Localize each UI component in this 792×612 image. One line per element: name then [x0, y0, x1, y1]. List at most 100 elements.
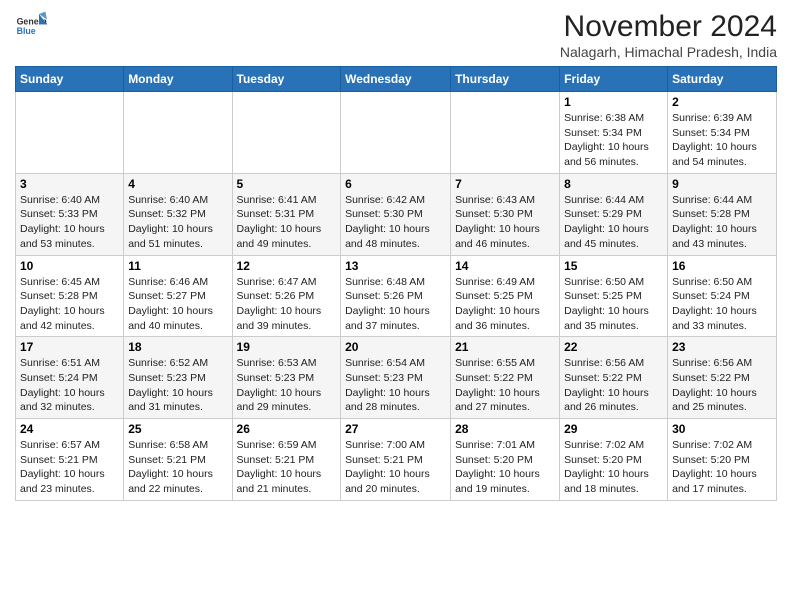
day-cell: 30 Sunrise: 7:02 AM Sunset: 5:20 PM Dayli…: [668, 419, 777, 501]
day-cell: 23 Sunrise: 6:56 AM Sunset: 5:22 PM Dayli…: [668, 337, 777, 419]
day-info: Sunrise: 6:46 AM Sunset: 5:27 PM Dayligh…: [128, 275, 227, 334]
day-info: Sunrise: 6:54 AM Sunset: 5:23 PM Dayligh…: [345, 356, 446, 415]
day-info: Sunrise: 6:44 AM Sunset: 5:29 PM Dayligh…: [564, 193, 663, 252]
day-info: Sunrise: 7:02 AM Sunset: 5:20 PM Dayligh…: [672, 438, 772, 497]
weekday-header-row: SundayMondayTuesdayWednesdayThursdayFrid…: [16, 67, 777, 92]
day-info: Sunrise: 6:52 AM Sunset: 5:23 PM Dayligh…: [128, 356, 227, 415]
day-info: Sunrise: 6:51 AM Sunset: 5:24 PM Dayligh…: [20, 356, 119, 415]
day-number: 12: [237, 259, 337, 273]
day-number: 7: [455, 177, 555, 191]
day-number: 15: [564, 259, 663, 273]
day-info: Sunrise: 6:56 AM Sunset: 5:22 PM Dayligh…: [672, 356, 772, 415]
day-info: Sunrise: 7:02 AM Sunset: 5:20 PM Dayligh…: [564, 438, 663, 497]
day-info: Sunrise: 6:47 AM Sunset: 5:26 PM Dayligh…: [237, 275, 337, 334]
day-number: 2: [672, 95, 772, 109]
day-info: Sunrise: 6:55 AM Sunset: 5:22 PM Dayligh…: [455, 356, 555, 415]
day-cell: 10 Sunrise: 6:45 AM Sunset: 5:28 PM Dayli…: [16, 255, 124, 337]
day-info: Sunrise: 6:50 AM Sunset: 5:25 PM Dayligh…: [564, 275, 663, 334]
day-number: 6: [345, 177, 446, 191]
day-cell: 21 Sunrise: 6:55 AM Sunset: 5:22 PM Dayli…: [451, 337, 560, 419]
day-cell: 26 Sunrise: 6:59 AM Sunset: 5:21 PM Dayli…: [232, 419, 341, 501]
day-cell: 15 Sunrise: 6:50 AM Sunset: 5:25 PM Dayli…: [560, 255, 668, 337]
week-row-2: 10 Sunrise: 6:45 AM Sunset: 5:28 PM Dayli…: [16, 255, 777, 337]
weekday-header-sunday: Sunday: [16, 67, 124, 92]
title-block: November 2024 Nalagarh, Himachal Pradesh…: [560, 10, 777, 60]
day-cell: 9 Sunrise: 6:44 AM Sunset: 5:28 PM Daylig…: [668, 173, 777, 255]
day-number: 30: [672, 422, 772, 436]
day-number: 23: [672, 340, 772, 354]
day-cell: 19Sunrise: 6:53 AM Sunset: 5:23 PM Dayli…: [232, 337, 341, 419]
day-number: 26: [237, 422, 337, 436]
week-row-4: 24 Sunrise: 6:57 AM Sunset: 5:21 PM Dayli…: [16, 419, 777, 501]
day-info: Sunrise: 7:00 AM Sunset: 5:21 PM Dayligh…: [345, 438, 446, 497]
day-cell: 1 Sunrise: 6:38 AM Sunset: 5:34 PM Daylig…: [560, 92, 668, 174]
day-cell: [451, 92, 560, 174]
week-row-3: 17Sunrise: 6:51 AM Sunset: 5:24 PM Dayli…: [16, 337, 777, 419]
day-cell: 2 Sunrise: 6:39 AM Sunset: 5:34 PM Daylig…: [668, 92, 777, 174]
day-info: Sunrise: 6:45 AM Sunset: 5:28 PM Dayligh…: [20, 275, 119, 334]
day-number: 20: [345, 340, 446, 354]
day-number: 24: [20, 422, 119, 436]
day-cell: 6 Sunrise: 6:42 AM Sunset: 5:30 PM Daylig…: [341, 173, 451, 255]
day-number: 14: [455, 259, 555, 273]
day-number: 11: [128, 259, 227, 273]
day-info: Sunrise: 6:44 AM Sunset: 5:28 PM Dayligh…: [672, 193, 772, 252]
day-cell: [232, 92, 341, 174]
day-info: Sunrise: 6:39 AM Sunset: 5:34 PM Dayligh…: [672, 111, 772, 170]
day-cell: [124, 92, 232, 174]
day-info: Sunrise: 6:56 AM Sunset: 5:22 PM Dayligh…: [564, 356, 663, 415]
day-info: Sunrise: 6:59 AM Sunset: 5:21 PM Dayligh…: [237, 438, 337, 497]
day-info: Sunrise: 6:42 AM Sunset: 5:30 PM Dayligh…: [345, 193, 446, 252]
week-row-1: 3Sunrise: 6:40 AM Sunset: 5:33 PM Daylig…: [16, 173, 777, 255]
day-cell: 3Sunrise: 6:40 AM Sunset: 5:33 PM Daylig…: [16, 173, 124, 255]
week-row-0: 1 Sunrise: 6:38 AM Sunset: 5:34 PM Daylig…: [16, 92, 777, 174]
weekday-header-thursday: Thursday: [451, 67, 560, 92]
day-number: 16: [672, 259, 772, 273]
day-cell: 20 Sunrise: 6:54 AM Sunset: 5:23 PM Dayli…: [341, 337, 451, 419]
day-info: Sunrise: 6:43 AM Sunset: 5:30 PM Dayligh…: [455, 193, 555, 252]
day-number: 5: [237, 177, 337, 191]
day-info: Sunrise: 6:49 AM Sunset: 5:25 PM Dayligh…: [455, 275, 555, 334]
day-info: Sunrise: 6:38 AM Sunset: 5:34 PM Dayligh…: [564, 111, 663, 170]
day-cell: 25 Sunrise: 6:58 AM Sunset: 5:21 PM Dayli…: [124, 419, 232, 501]
location: Nalagarh, Himachal Pradesh, India: [560, 44, 777, 60]
day-cell: 12 Sunrise: 6:47 AM Sunset: 5:26 PM Dayli…: [232, 255, 341, 337]
day-cell: 22 Sunrise: 6:56 AM Sunset: 5:22 PM Dayli…: [560, 337, 668, 419]
day-number: 1: [564, 95, 663, 109]
day-number: 18: [128, 340, 227, 354]
day-number: 29: [564, 422, 663, 436]
day-info: Sunrise: 6:48 AM Sunset: 5:26 PM Dayligh…: [345, 275, 446, 334]
logo: General Blue: [15, 10, 47, 42]
day-cell: 27 Sunrise: 7:00 AM Sunset: 5:21 PM Dayli…: [341, 419, 451, 501]
weekday-header-monday: Monday: [124, 67, 232, 92]
day-number: 25: [128, 422, 227, 436]
day-number: 27: [345, 422, 446, 436]
day-info: Sunrise: 6:41 AM Sunset: 5:31 PM Dayligh…: [237, 193, 337, 252]
weekday-header-wednesday: Wednesday: [341, 67, 451, 92]
day-info: Sunrise: 6:57 AM Sunset: 5:21 PM Dayligh…: [20, 438, 119, 497]
day-number: 21: [455, 340, 555, 354]
day-number: 3: [20, 177, 119, 191]
logo-icon: General Blue: [15, 10, 47, 42]
day-cell: 5 Sunrise: 6:41 AM Sunset: 5:31 PM Daylig…: [232, 173, 341, 255]
day-cell: 17Sunrise: 6:51 AM Sunset: 5:24 PM Dayli…: [16, 337, 124, 419]
weekday-header-saturday: Saturday: [668, 67, 777, 92]
day-number: 9: [672, 177, 772, 191]
svg-text:Blue: Blue: [17, 26, 36, 36]
weekday-header-friday: Friday: [560, 67, 668, 92]
day-info: Sunrise: 6:53 AM Sunset: 5:23 PM Dayligh…: [237, 356, 337, 415]
day-number: 10: [20, 259, 119, 273]
day-cell: 4Sunrise: 6:40 AM Sunset: 5:32 PM Daylig…: [124, 173, 232, 255]
day-number: 4: [128, 177, 227, 191]
weekday-header-tuesday: Tuesday: [232, 67, 341, 92]
day-info: Sunrise: 6:58 AM Sunset: 5:21 PM Dayligh…: [128, 438, 227, 497]
day-cell: 7 Sunrise: 6:43 AM Sunset: 5:30 PM Daylig…: [451, 173, 560, 255]
day-number: 22: [564, 340, 663, 354]
day-cell: 18 Sunrise: 6:52 AM Sunset: 5:23 PM Dayli…: [124, 337, 232, 419]
day-number: 8: [564, 177, 663, 191]
day-cell: 16Sunrise: 6:50 AM Sunset: 5:24 PM Dayli…: [668, 255, 777, 337]
day-cell: 11 Sunrise: 6:46 AM Sunset: 5:27 PM Dayli…: [124, 255, 232, 337]
day-cell: [16, 92, 124, 174]
day-cell: 13Sunrise: 6:48 AM Sunset: 5:26 PM Dayli…: [341, 255, 451, 337]
page-header: General Blue November 2024 Nalagarh, Him…: [15, 10, 777, 60]
